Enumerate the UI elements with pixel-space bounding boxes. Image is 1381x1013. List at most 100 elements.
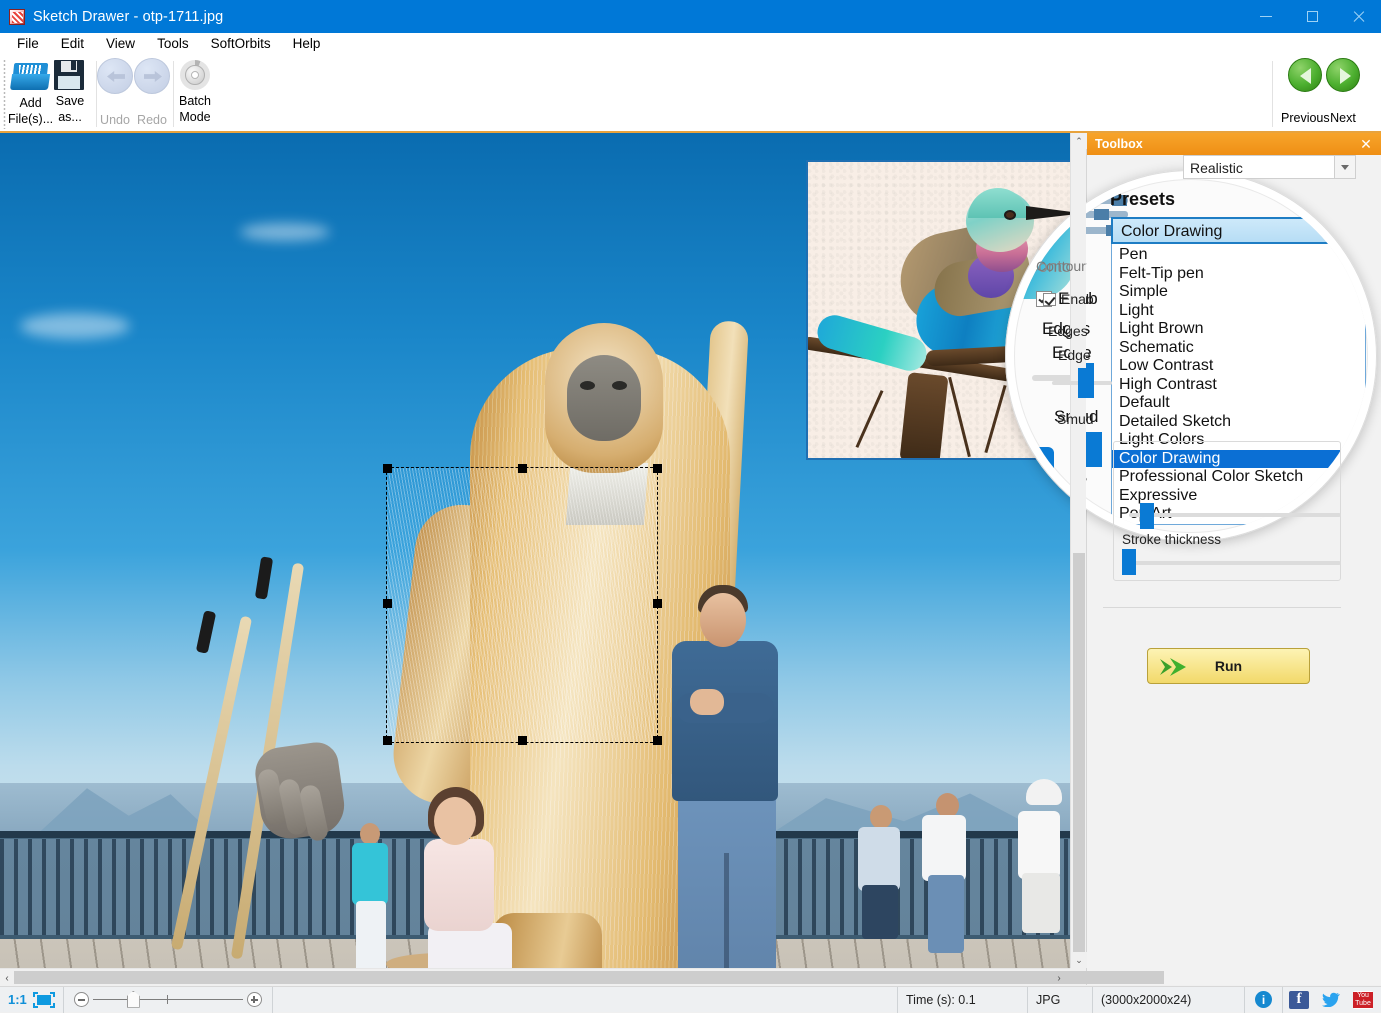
preset-option[interactable]: High Contrast (1112, 376, 1365, 395)
zoom-slider-track[interactable] (92, 990, 243, 1008)
maximize-button[interactable] (1289, 0, 1335, 33)
run-button[interactable]: Run (1147, 648, 1310, 684)
preset-option[interactable]: Light (1112, 302, 1365, 321)
chevron-down-icon (1341, 164, 1349, 170)
scroll-right-button[interactable]: › (1052, 969, 1066, 987)
smudge-slider-thumb[interactable] (1086, 432, 1102, 462)
preset-option[interactable]: Detailed Sketch (1112, 413, 1365, 432)
batch-mode-button[interactable]: Batch Mode (178, 58, 212, 124)
floppy-disk-icon (53, 58, 87, 92)
detail-slider-track[interactable] (1129, 513, 1341, 517)
stroke-slider-track[interactable] (1129, 561, 1341, 565)
cloud (20, 313, 130, 339)
vertical-scroll-thumb[interactable] (1073, 553, 1085, 953)
preset-option[interactable]: Low Contrast (1112, 357, 1365, 376)
stroke-thickness-label: Stroke thickness (1122, 532, 1222, 547)
info-button[interactable]: i (1245, 986, 1283, 1013)
add-files-label-1: Add (19, 96, 42, 110)
selection-handle-ne[interactable] (653, 464, 662, 473)
person (862, 885, 898, 939)
stroke-slider-thumb[interactable] (1122, 549, 1136, 575)
next-arrow-icon (1326, 58, 1360, 92)
preset-option[interactable]: Default (1112, 394, 1365, 413)
menu-softorbits[interactable]: SoftOrbits (200, 34, 282, 53)
edge-slider-thumb[interactable] (1078, 368, 1094, 398)
minimize-button[interactable] (1243, 0, 1289, 33)
menu-help[interactable]: Help (282, 34, 332, 53)
zoom-ratio-label: 1:1 (8, 992, 27, 1007)
menu-softorbits-label: SoftOrbits (210, 36, 271, 51)
redo-arrow-icon (134, 58, 170, 94)
scroll-down-button[interactable]: ⌄ (1071, 952, 1087, 968)
zoom-out-icon[interactable] (73, 992, 89, 1007)
toolbar-grip[interactable] (3, 59, 6, 129)
zoom-slider-control[interactable] (64, 986, 273, 1013)
preset-option[interactable]: Pen (1112, 246, 1365, 265)
menu-tools[interactable]: Tools (146, 34, 200, 53)
toolbar-separator-3 (1272, 61, 1273, 127)
contour-tab-label[interactable]: Contour (1036, 258, 1086, 274)
batch-mode-label-1: Batch (179, 94, 211, 108)
add-files-button[interactable]: Add File(s)... (8, 58, 53, 126)
person (870, 805, 892, 829)
style-select[interactable]: Realistic (1183, 155, 1345, 179)
magnified-slider-thumb-2 (1094, 209, 1109, 220)
yeti-eye-right (612, 381, 627, 390)
fit-to-window-button[interactable] (31, 986, 64, 1013)
horizontal-scrollbar[interactable]: ‹ › (0, 968, 1164, 987)
status-message-area (273, 986, 898, 1013)
fit-screen-icon (32, 991, 55, 1008)
yeti-eye-left (580, 381, 595, 390)
selection-handle-sw[interactable] (383, 736, 392, 745)
youtube-button[interactable]: You Tube (1347, 987, 1381, 1013)
chevron-down-icon: ⌄ (1346, 228, 1357, 243)
zoom-slider-tick (166, 994, 169, 1004)
file-format: JPG (1028, 986, 1093, 1013)
selection-handle-e[interactable] (653, 599, 662, 608)
menu-file[interactable]: File (6, 34, 50, 53)
selection-handle-nw[interactable] (383, 464, 392, 473)
redo-button[interactable]: Redo (134, 58, 170, 127)
selection-handle-s[interactable] (518, 736, 527, 745)
zoom-slider-thumb[interactable] (126, 990, 140, 1008)
preset-option[interactable]: Light Brown (1112, 320, 1365, 339)
selection-rectangle[interactable] (383, 464, 662, 745)
preset-option[interactable]: Simple (1112, 283, 1365, 302)
menu-edit[interactable]: Edit (50, 34, 95, 53)
enable-checkbox[interactable]: Enab (1043, 291, 1094, 307)
next-button[interactable]: Next (1326, 58, 1360, 125)
presets-label: Presets (1110, 189, 1176, 209)
save-as-button[interactable]: Save as... (53, 58, 87, 124)
undo-button[interactable]: Undo (97, 58, 133, 127)
style-select-arrow[interactable] (1334, 155, 1356, 179)
toolbar-separator-2 (173, 61, 174, 127)
man-head (700, 593, 746, 647)
close-button[interactable] (1335, 0, 1381, 33)
menu-view[interactable]: View (95, 34, 146, 53)
twitter-button[interactable] (1315, 987, 1347, 1013)
undo-arrow-icon (97, 58, 133, 94)
facebook-button[interactable]: f (1283, 987, 1315, 1013)
selection-handle-n[interactable] (518, 464, 527, 473)
detail-slider-thumb[interactable] (1140, 503, 1154, 529)
processing-time: Time (s): 0.1 (898, 986, 1028, 1013)
preset-select[interactable]: Color Drawing ⌄ (1111, 217, 1366, 244)
horizontal-scroll-thumb[interactable] (14, 971, 1164, 984)
zoom-in-icon[interactable] (246, 992, 262, 1007)
menu-file-label: File (17, 36, 39, 51)
man-jeans (678, 793, 776, 968)
preset-option[interactable]: Schematic (1112, 339, 1365, 358)
maximize-icon (1306, 11, 1318, 22)
previous-button[interactable]: Previous (1281, 58, 1330, 125)
scroll-up-button[interactable]: ⌃ (1071, 133, 1087, 149)
toolbox-close-icon[interactable]: ✕ (1358, 136, 1374, 152)
zoom-ratio-button[interactable]: 1:1 (0, 987, 31, 1013)
preset-option[interactable]: Felt-Tip pen (1112, 265, 1365, 284)
menu-view-label: View (106, 36, 136, 51)
selection-handle-se[interactable] (653, 736, 662, 745)
close-icon (1352, 10, 1365, 23)
selection-handle-w[interactable] (383, 599, 392, 608)
youtube-icon: You Tube (1353, 990, 1373, 1009)
smudge-slider-thumb-magnified[interactable] (1014, 447, 1054, 507)
scroll-left-button[interactable]: ‹ (0, 969, 14, 987)
